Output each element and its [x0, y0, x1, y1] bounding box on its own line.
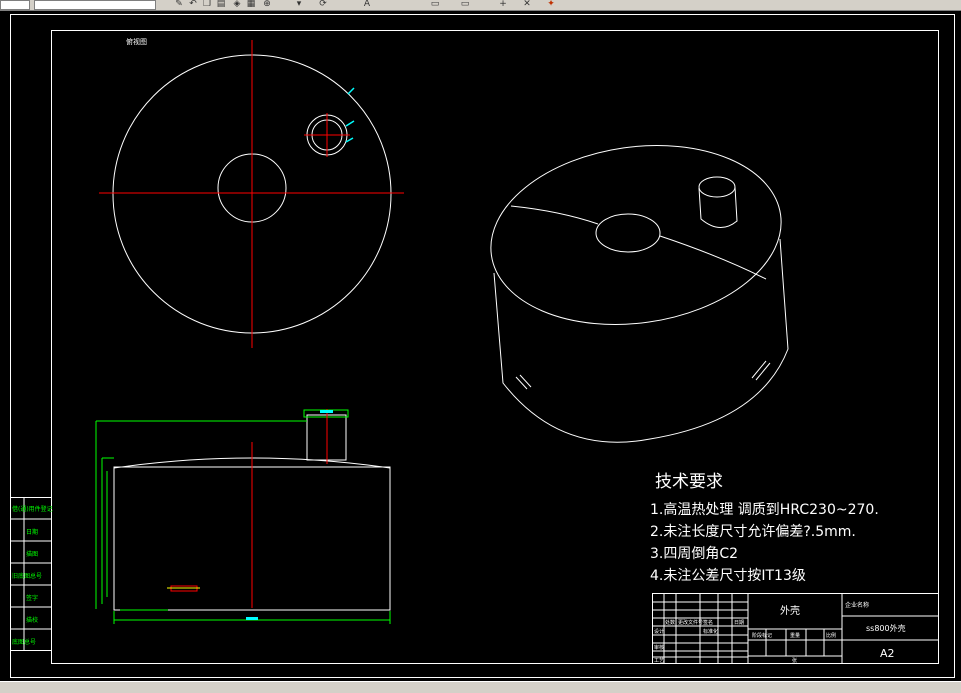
side-stamp-label: 底图总号 — [12, 638, 36, 646]
status-bar — [0, 681, 961, 693]
zoom-icon[interactable]: ⊕ — [262, 0, 272, 9]
tb-scale-label: 重量 — [790, 632, 800, 639]
iso-top-ellipse — [490, 145, 782, 325]
line-icon[interactable]: ▭ — [430, 0, 440, 9]
tool-icon[interactable]: ✦ — [546, 0, 556, 9]
cad-drawing: 俯视图 技术要求 1.高温热处理 调质到HRC230~270. 2.未注长度尺寸… — [10, 14, 955, 678]
iso-slot-left — [515, 374, 532, 390]
tech-requirements: 技术要求 1.高温热处理 调质到HRC230~270. 2.未注长度尺寸允许偏差… — [650, 472, 879, 584]
refresh-icon[interactable]: ⟳ — [318, 0, 328, 9]
pencil-icon[interactable]: ✎ — [174, 0, 184, 9]
tech-title: 技术要求 — [655, 472, 723, 492]
arrow-down-icon[interactable]: ▾ — [294, 0, 304, 9]
tb-scale-label: 阶段标记 — [752, 632, 772, 639]
side-stamp-label: 描图 — [26, 550, 38, 558]
iso-center-hole — [595, 213, 661, 253]
annot-leader — [345, 120, 355, 127]
line-icon[interactable]: ▭ — [460, 0, 470, 9]
tech-item: 4.未注公差尺寸按IT13级 — [650, 568, 806, 584]
tb-row-label: 审核 — [654, 644, 664, 651]
top-view-label: 俯视图 — [126, 37, 147, 46]
toolbar: ✎ ↶ ❐ ▤ ◈ ▦ ⊕ ▾ ⟳ A ▭ ▭ + ✕ ✦ — [0, 0, 961, 11]
drawing-number: ss800外壳 — [866, 623, 906, 633]
top-view — [99, 40, 404, 348]
tb-col-label: 处数 — [665, 619, 675, 626]
part-name: 外壳 — [780, 604, 800, 617]
side-stamp-label: 借(通)用件登记 — [12, 505, 53, 513]
copy-icon[interactable]: ❐ — [202, 0, 212, 9]
tb-row-label: 工艺 — [654, 658, 664, 664]
annot-leader — [347, 87, 355, 95]
tech-item: 2.未注长度尺寸允许偏差?.5mm. — [650, 524, 856, 540]
side-stamp-label: 日期 — [26, 528, 38, 536]
side-stamp-text: 借(通)用件登记 日期 描图 旧底图总号 签字 描校 底图总号 — [12, 505, 53, 646]
dim-body-height — [101, 457, 114, 604]
iso-port-top — [698, 176, 736, 198]
style-field[interactable] — [34, 0, 156, 10]
iso-seam-line — [510, 205, 767, 280]
layer-field[interactable] — [0, 0, 30, 10]
cross-icon[interactable]: ✕ — [522, 0, 532, 9]
tb-col-label: 签名 — [703, 619, 713, 626]
side-stamp-label: 旧底图总号 — [12, 572, 42, 580]
tb-sheet-label: 张 — [792, 657, 797, 664]
isometric-view — [490, 145, 789, 443]
tech-item: 1.高温热处理 调质到HRC230~270. — [650, 501, 879, 518]
grid-icon[interactable]: ▦ — [246, 0, 256, 9]
front-view — [95, 409, 391, 624]
paste-icon[interactable]: ▤ — [216, 0, 226, 9]
tb-row-label: 设计 — [654, 628, 664, 635]
sheet-size: A2 — [880, 647, 895, 660]
undo-icon[interactable]: ↶ — [188, 0, 198, 9]
layer-icon[interactable]: ◈ — [232, 0, 242, 9]
company-name: 企业名称 — [845, 601, 869, 609]
outer-border — [10, 14, 955, 678]
side-stamp-label: 签字 — [26, 594, 38, 602]
iso-body-outline — [493, 238, 789, 443]
tb-scale-label: 比例 — [826, 632, 836, 639]
plus-icon[interactable]: + — [498, 0, 508, 9]
drawing-canvas[interactable]: 俯视图 技术要求 1.高温热处理 调质到HRC230~270. 2.未注长度尺寸… — [0, 11, 961, 681]
text-icon[interactable]: A — [362, 0, 372, 9]
tb-col-label: 日期 — [734, 620, 744, 626]
iso-slot-right — [751, 360, 771, 381]
dim-text-box — [246, 617, 258, 620]
dim-overall-height — [95, 420, 307, 609]
side-stamp-label: 描校 — [26, 616, 38, 624]
dim-text-box — [320, 410, 333, 413]
tb-std-label: 标准化 — [703, 628, 718, 635]
tech-item: 3.四周倒角C2 — [650, 546, 738, 562]
tb-col-label: 更改文件号 — [678, 619, 703, 626]
